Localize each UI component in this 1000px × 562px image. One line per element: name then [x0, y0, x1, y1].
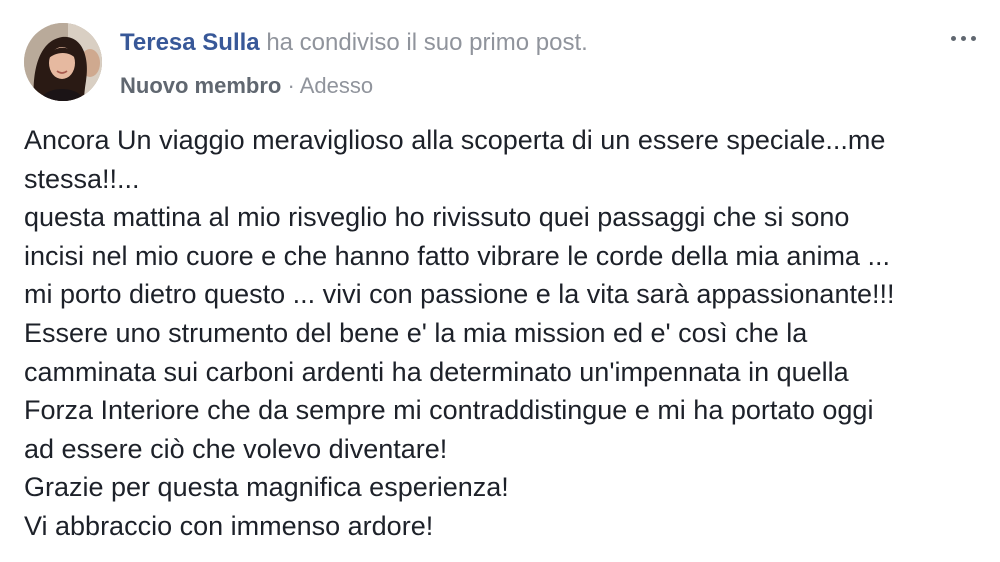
post-body-text: Ancora Un viaggio meraviglioso alla scop…: [24, 121, 984, 546]
post-card: Teresa Sulla ha condiviso il suo primo p…: [0, 0, 1000, 562]
post-text-line: Forza Interiore che da sempre mi contrad…: [24, 395, 874, 426]
author-avatar[interactable]: [24, 23, 102, 101]
member-badge[interactable]: Nuovo membro: [120, 73, 281, 98]
post-text-line: Vi abbraccio con immenso ardore!: [24, 510, 434, 541]
post-text-line: stessa!!...: [24, 163, 140, 194]
more-horizontal-icon: [960, 35, 966, 41]
meta-separator: ·: [287, 73, 295, 98]
post-meta: Nuovo membro · Adesso: [120, 71, 373, 101]
more-options-button[interactable]: [944, 26, 982, 50]
post-text-line: Ancora Un viaggio meraviglioso alla scop…: [24, 125, 886, 155]
post-text-line: camminata sui carboni ardenti ha determi…: [24, 356, 849, 387]
more-horizontal-icon: [970, 35, 976, 41]
more-horizontal-icon: [950, 35, 956, 41]
post-text-line: Essere uno strumento del bene e' la mia …: [24, 317, 808, 348]
post-text-line: incisi nel mio cuore e che hanno fatto v…: [24, 240, 890, 271]
post-text-line: questa mattina al mio risveglio ho rivis…: [24, 202, 850, 233]
author-name-link[interactable]: Teresa Sulla: [120, 29, 260, 56]
post-text-line: Grazie per questa magnifica esperienza!: [24, 472, 509, 503]
post-action-text: ha condiviso il suo primo post.: [266, 29, 588, 56]
avatar-photo: [24, 23, 102, 101]
post-text-line: ad essere ciò che volevo diventare!: [24, 433, 448, 464]
post-header: Teresa Sulla ha condiviso il suo primo p…: [120, 27, 588, 59]
post-text-line: mi porto dietro questo ... vivi con pass…: [24, 279, 895, 310]
post-timestamp[interactable]: Adesso: [300, 73, 373, 98]
